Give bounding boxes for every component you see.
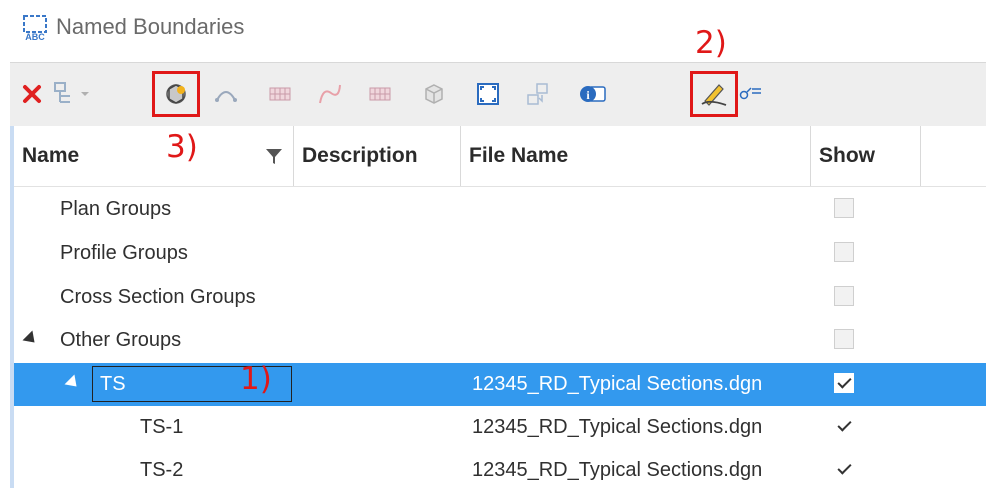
move-boundary-button[interactable] xyxy=(518,71,558,117)
svg-text:ABC: ABC xyxy=(25,32,45,42)
show-checkbox[interactable] xyxy=(834,459,854,479)
plan-boundary-button[interactable] xyxy=(206,71,246,117)
column-header-show[interactable]: Show xyxy=(811,126,921,186)
cross-section-boundary-button[interactable] xyxy=(360,71,400,117)
row-file-name: 12345_RD_Typical Sections.dgn xyxy=(472,459,763,481)
row-file-name: 12345_RD_Typical Sections.dgn xyxy=(472,373,763,395)
fit-view-icon xyxy=(477,83,499,105)
properties-button[interactable]: i xyxy=(572,71,612,117)
row-name: Profile Groups xyxy=(60,242,188,264)
create-group-dropdown[interactable] xyxy=(46,71,96,117)
profile-boundary-button[interactable] xyxy=(260,71,300,117)
row-file-name: 12345_RD_Typical Sections.dgn xyxy=(472,416,763,438)
row-name: Plan Groups xyxy=(60,198,172,220)
fit-view-button[interactable] xyxy=(468,71,508,117)
grid-icon xyxy=(269,87,291,101)
show-checkbox[interactable] xyxy=(834,242,854,262)
show-checkbox[interactable] xyxy=(834,416,854,436)
edit-boundary-button[interactable] xyxy=(690,71,738,117)
column-header-description[interactable]: Description xyxy=(294,126,461,186)
show-checkbox[interactable] xyxy=(834,286,854,306)
boundary-model-icon xyxy=(166,84,186,104)
group-row-cross-section-groups[interactable]: Cross Section Groups xyxy=(14,276,986,319)
settings-button[interactable] xyxy=(736,71,766,117)
row-name: Other Groups xyxy=(60,329,182,351)
group-row-other-groups[interactable]: Other Groups xyxy=(14,319,986,362)
show-checkbox[interactable] xyxy=(834,373,854,393)
move-icon xyxy=(527,83,548,105)
filter-icon[interactable] xyxy=(264,146,284,166)
show-checkbox[interactable] xyxy=(834,198,854,218)
civil-plan-view-boundary-button[interactable] xyxy=(152,71,200,117)
window-titlebar: ABC Named Boundaries xyxy=(0,0,986,58)
arc-boundary-icon xyxy=(215,91,237,102)
pencil-edit-icon xyxy=(701,84,727,106)
column-header-name[interactable]: Name xyxy=(14,126,294,186)
row-name: Cross Section Groups xyxy=(60,286,256,308)
delete-icon xyxy=(23,85,41,103)
row-name: TS-1 xyxy=(140,416,184,438)
group-tree-icon xyxy=(54,82,70,103)
annotation-step-1: 1) xyxy=(240,361,272,397)
curve-icon xyxy=(319,84,341,104)
cube-icon xyxy=(425,84,443,104)
group-row-plan-groups[interactable]: Plan Groups xyxy=(14,188,986,231)
named-boundaries-grid: Name Description File Name Show Plan Gro… xyxy=(10,126,986,488)
group-row-profile-groups[interactable]: Profile Groups xyxy=(14,232,986,275)
annotation-step-3: 3) xyxy=(166,129,198,165)
3d-boundary-button[interactable] xyxy=(414,71,454,117)
row-name: TS-2 xyxy=(140,459,184,481)
grid-icon xyxy=(369,87,391,101)
annotation-step-2: 2) xyxy=(695,25,727,61)
column-header-file-name[interactable]: File Name xyxy=(461,126,811,186)
expand-collapse-icon[interactable] xyxy=(22,330,40,348)
settings-list-icon xyxy=(739,87,761,100)
expand-collapse-icon[interactable] xyxy=(64,374,82,392)
column-header-name-label: Name xyxy=(22,144,80,167)
grid-header: Name Description File Name Show xyxy=(14,126,986,187)
named-boundary-app-icon: ABC xyxy=(23,15,47,42)
info-icon: i xyxy=(580,86,606,102)
show-checkbox[interactable] xyxy=(834,329,854,349)
boundary-row-ts-1[interactable]: TS-1 12345_RD_Typical Sections.dgn xyxy=(14,406,986,449)
boundary-row-ts-2[interactable]: TS-2 12345_RD_Typical Sections.dgn xyxy=(14,449,986,492)
toolbar: i xyxy=(10,62,986,127)
window-title: Named Boundaries xyxy=(56,14,245,39)
chevron-down-icon xyxy=(81,92,89,96)
curve-boundary-button[interactable] xyxy=(310,71,350,117)
